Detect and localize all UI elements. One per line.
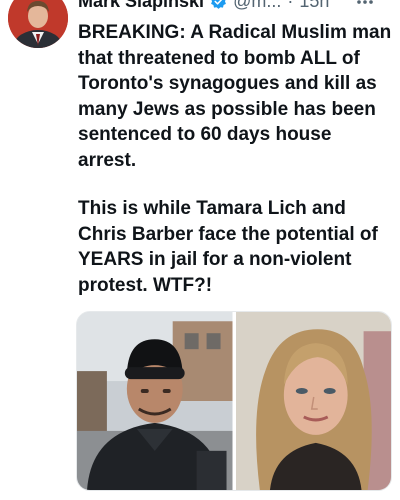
tweet[interactable]: Mark Slapinski @m... · 15h BREAKING: A R… xyxy=(0,0,400,500)
tweet-text-paragraph-1: BREAKING: A Radical Muslim man that thre… xyxy=(78,22,392,171)
author-name[interactable]: Mark Slapinski xyxy=(78,0,204,11)
author-handle[interactable]: @m... xyxy=(233,0,281,11)
tweet-text-paragraph-2: This is while Tamara Lich and Chris Barb… xyxy=(78,198,378,296)
media-photo-2[interactable] xyxy=(235,312,391,490)
man-in-black-beanie-photo-icon xyxy=(77,312,233,490)
avatar[interactable] xyxy=(8,0,68,48)
media-grid xyxy=(76,311,392,491)
tweet-header: Mark Slapinski @m... · 15h xyxy=(78,0,329,11)
verified-badge-icon xyxy=(211,0,226,9)
woman-with-blonde-hair-photo-icon xyxy=(235,312,391,490)
avatar-photo-icon xyxy=(8,0,68,48)
separator-dot: · xyxy=(287,0,294,11)
timestamp[interactable]: 15h xyxy=(299,0,329,11)
more-options-icon[interactable] xyxy=(355,0,375,10)
media-photo-1[interactable] xyxy=(77,312,233,490)
